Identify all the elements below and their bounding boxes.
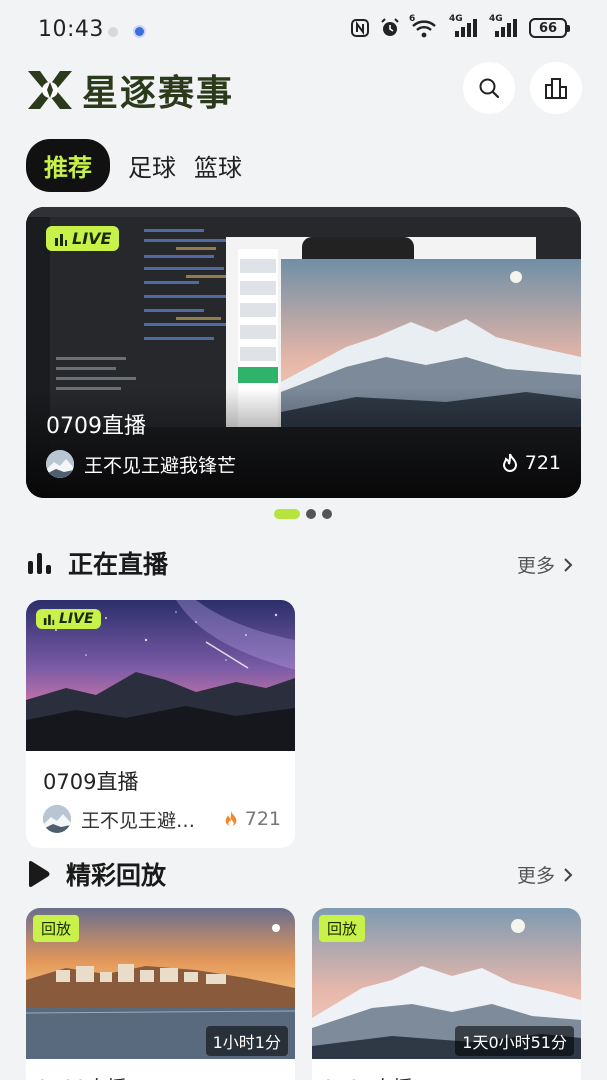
replay-section-header: 精彩回放: [26, 856, 166, 892]
live-card-meta: 王不见王避我锋芒 721: [43, 805, 281, 833]
live-bars-icon: [43, 614, 55, 625]
hot-count: 721: [223, 808, 281, 830]
carousel-dot[interactable]: [322, 509, 332, 519]
search-button[interactable]: [463, 62, 515, 114]
duration-badge: 1天0小时51分: [455, 1026, 574, 1056]
live-more-link[interactable]: 更多: [517, 551, 573, 578]
live-badge: LIVE: [46, 226, 120, 251]
alarm-icon: [379, 17, 401, 39]
replay-badge: 回放: [33, 915, 80, 942]
category-tabs: 推荐 足球 篮球: [26, 139, 242, 192]
live-section-header: 正在直播: [26, 545, 168, 581]
app-logo: 星逐赛事: [26, 64, 234, 116]
replay-card-title: 0708直播: [36, 1072, 127, 1080]
live-bars-icon: [55, 233, 67, 246]
venue-button[interactable]: [530, 62, 582, 114]
carousel-dot[interactable]: [306, 509, 316, 519]
battery-icon: 66: [529, 18, 570, 38]
live-badge: LIVE: [36, 609, 101, 629]
flame-icon: [225, 811, 237, 827]
replay-more-link[interactable]: 更多: [517, 861, 573, 888]
tab-recommend[interactable]: 推荐: [26, 139, 110, 192]
replay-card[interactable]: 回放 1小时1分 0708直播: [26, 908, 295, 1080]
chevron-right-icon: [564, 867, 573, 882]
banner-hot-count: 721: [501, 452, 561, 474]
app-name: 星逐赛事: [82, 73, 235, 114]
flame-icon: [502, 453, 517, 472]
notification-dot-icon: [108, 27, 118, 37]
carousel-dot-active[interactable]: [274, 509, 300, 519]
streamer-name: 王不见王避我锋芒: [84, 454, 237, 477]
banner-title: 0709直播: [46, 414, 146, 439]
wifi-icon: 6: [409, 14, 441, 39]
live-stream-card[interactable]: LIVE 0709直播 王不见王避我锋芒 721: [26, 600, 295, 848]
status-time: 10:43: [38, 17, 104, 42]
chevron-right-icon: [564, 557, 573, 572]
live-card-title: 0709直播: [43, 770, 139, 794]
avatar: [46, 450, 74, 478]
replay-badge: 回放: [319, 915, 366, 942]
streamer-name: 王不见王避我锋芒: [81, 809, 213, 832]
location-dot-icon: [135, 27, 144, 36]
tab-basketball[interactable]: 篮球: [194, 140, 242, 191]
avatar: [43, 805, 71, 833]
status-bar: 10:43 6 4G 4G 66: [0, 0, 607, 62]
live-section-title: 正在直播: [68, 550, 169, 579]
nfc-icon: [349, 17, 371, 39]
replay-card-title: 0707直播: [322, 1072, 413, 1080]
banner-overlay: [26, 388, 581, 498]
replay-section-title: 精彩回放: [66, 861, 167, 890]
cell-signal-2-icon: 4G: [489, 14, 521, 39]
live-bars-icon: [28, 553, 51, 574]
cell-signal-1-icon: 4G: [449, 14, 481, 39]
search-icon: [479, 78, 500, 99]
logo-mark-icon: [28, 71, 72, 109]
carousel-indicator: [274, 509, 332, 519]
banner-streamer: 王不见王避我锋芒: [46, 450, 236, 478]
building-icon: [545, 78, 567, 99]
featured-live-banner[interactable]: LIVE 0709直播 王不见王避我锋芒 721: [26, 207, 581, 498]
tab-football[interactable]: 足球: [128, 140, 176, 191]
status-icons: 6 4G 4G 66: [349, 14, 570, 39]
replay-card[interactable]: 回放 1天0小时51分 0707直播: [312, 908, 581, 1080]
duration-badge: 1小时1分: [205, 1026, 288, 1056]
play-icon: [29, 861, 50, 887]
